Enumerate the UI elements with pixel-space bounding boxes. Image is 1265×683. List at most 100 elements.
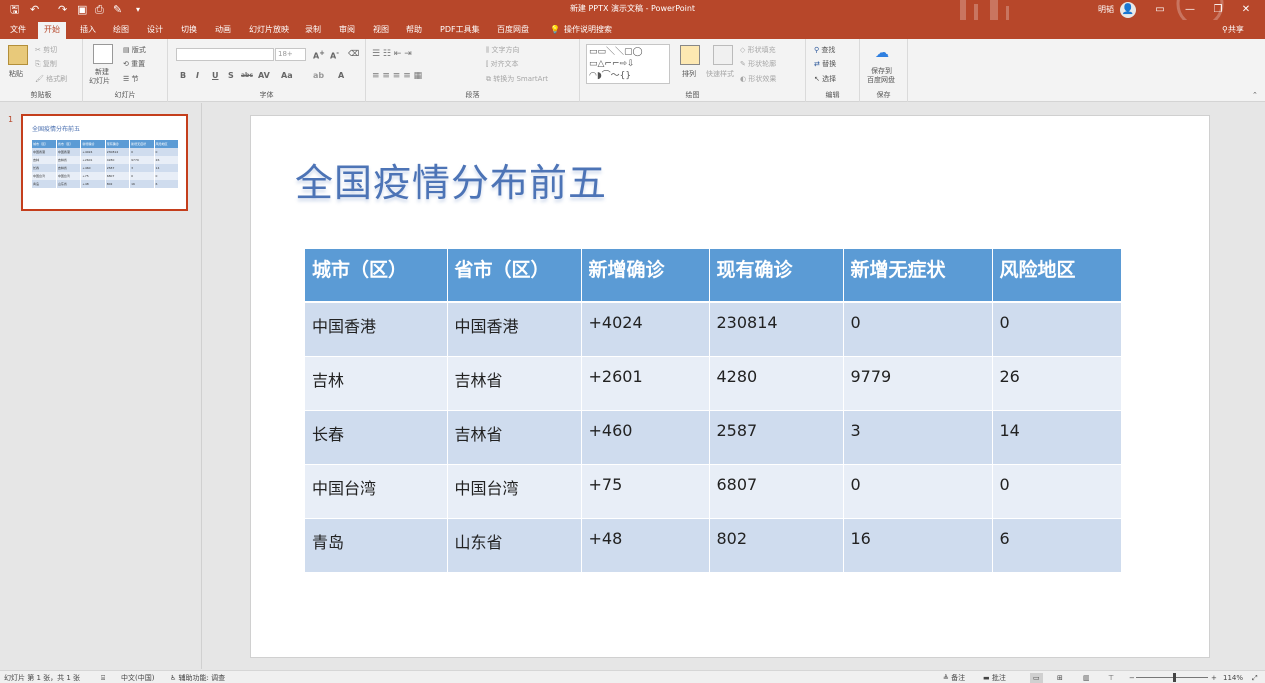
tab-draw[interactable]: 绘图 [113, 23, 129, 37]
paste-icon[interactable] [8, 45, 28, 65]
table-cell[interactable]: 802 [709, 518, 844, 573]
ribbon-display-icon[interactable]: ▭ [1150, 2, 1170, 18]
table-cell[interactable]: 中国台湾 [305, 464, 448, 519]
table-cell[interactable]: 4280 [709, 356, 844, 411]
new-slide-icon[interactable] [93, 44, 113, 64]
layout-button[interactable]: ▤ 版式 [123, 45, 146, 55]
baidu-label[interactable]: 百度网盘 [867, 75, 895, 85]
table-cell[interactable]: 吉林省 [447, 410, 582, 465]
table-cell[interactable]: 山东省 [447, 518, 582, 573]
shape-outline-button[interactable]: ✎ 形状轮廓 [740, 59, 776, 69]
cut-button[interactable]: ✂ 剪切 [35, 45, 57, 55]
table-cell[interactable]: 0 [843, 464, 993, 519]
table-cell[interactable]: 0 [992, 464, 1122, 519]
table-header-cell[interactable]: 现有确诊 [709, 249, 844, 303]
change-case-button[interactable]: Aa [281, 71, 293, 80]
table-cell[interactable]: 吉林 [305, 356, 448, 411]
table-cell[interactable]: 中国台湾 [447, 464, 582, 519]
tab-insert[interactable]: 插入 [80, 23, 96, 37]
shadow-button[interactable]: S [228, 71, 234, 80]
find-button[interactable]: ⚲ 查找 [814, 45, 835, 55]
table-cell[interactable]: 26 [992, 356, 1122, 411]
font-color-button[interactable]: A [338, 71, 344, 80]
font-size-combo[interactable]: 18+ [275, 48, 306, 61]
baidu-cloud-icon[interactable]: ☁ [875, 45, 889, 61]
table-cell[interactable]: 0 [992, 302, 1122, 357]
normal-view-icon[interactable]: ▭ [1030, 673, 1043, 683]
comments-button[interactable]: ▬ 批注 [983, 673, 1006, 683]
tab-review[interactable]: 审阅 [339, 23, 355, 37]
bullets-icon[interactable]: ☰ ☷ ⇤ ⇥ [372, 49, 412, 59]
slide-sorter-icon[interactable]: ⊞ [1057, 673, 1063, 683]
table-cell[interactable]: +75 [581, 464, 710, 519]
font-name-combo[interactable] [176, 48, 274, 61]
zoom-out-icon[interactable]: − [1129, 673, 1135, 683]
select-button[interactable]: ↖ 选择 [814, 74, 836, 84]
tab-home[interactable]: 开始 [38, 22, 66, 39]
slideshow-view-icon[interactable]: ⊤ [1108, 673, 1114, 683]
table-cell[interactable]: 9779 [843, 356, 993, 411]
table-cell[interactable]: +460 [581, 410, 710, 465]
tab-help[interactable]: 帮助 [406, 23, 422, 37]
table-header-cell[interactable]: 省市（区） [447, 249, 582, 303]
table-cell[interactable]: 中国香港 [305, 302, 448, 357]
clear-format-icon[interactable]: ⌫ [348, 49, 359, 58]
highlight-icon[interactable]: ab [313, 71, 324, 80]
italic-button[interactable]: I [196, 71, 199, 80]
table-header-cell[interactable]: 城市（区） [305, 249, 448, 303]
table-cell[interactable]: 14 [992, 410, 1122, 465]
tab-animations[interactable]: 动画 [215, 23, 231, 37]
table-header-cell[interactable]: 风险地区 [992, 249, 1122, 303]
table-cell[interactable]: +48 [581, 518, 710, 573]
language-status[interactable]: 中文(中国) [121, 673, 154, 683]
strikethrough-button[interactable]: abc [241, 72, 253, 79]
restore-icon[interactable]: ❐ [1208, 2, 1228, 18]
accessibility-status[interactable]: ♿ 辅助功能: 调查 [170, 673, 225, 683]
avatar[interactable]: 👤 [1120, 2, 1136, 18]
zoom-in-icon[interactable]: + [1211, 673, 1217, 683]
notes-button[interactable]: ≜ 备注 [943, 673, 965, 683]
table-cell[interactable]: 230814 [709, 302, 844, 357]
new-slide-dropdown[interactable]: 幻灯片 [89, 76, 110, 86]
slide-thumbnail[interactable]: 全国疫情分布前五 城市（区） 省市（区） 新增确诊 现有确诊 新增无症状 风险地区 中国香港… [21, 114, 188, 211]
bold-button[interactable]: B [180, 71, 186, 80]
reading-view-icon[interactable]: ▥ [1083, 673, 1090, 683]
table-cell[interactable]: 6807 [709, 464, 844, 519]
table-cell[interactable]: 长春 [305, 410, 448, 465]
quick-styles-icon[interactable] [713, 45, 733, 65]
table-header-cell[interactable]: 新增无症状 [843, 249, 993, 303]
share-button[interactable]: ⚲共享 [1222, 23, 1244, 37]
table-cell[interactable]: 16 [843, 518, 993, 573]
shapes-gallery[interactable]: ▭▭＼＼▢◯ ▭△⌐⌐⇨⇩ ◠◗⌒〜{} [586, 44, 670, 84]
shrink-font-icon[interactable]: A- [330, 49, 339, 61]
arrange-icon[interactable] [680, 45, 700, 65]
align-text-button[interactable]: ⫿ 对齐文本 [486, 59, 518, 69]
tab-baidu[interactable]: 百度网盘 [497, 23, 529, 37]
tab-file[interactable]: 文件 [10, 23, 26, 37]
shape-fill-button[interactable]: ◇ 形状填充 [740, 45, 776, 55]
format-painter-button[interactable]: 🖌 格式刷 [35, 74, 67, 84]
arrange-button[interactable]: 排列 [682, 69, 696, 79]
align-icons[interactable]: ≡ ≡ ≡ ≡ ▦ [372, 71, 422, 81]
text-direction-button[interactable]: ⫼ 文字方向 [486, 45, 519, 55]
tab-design[interactable]: 设计 [147, 23, 163, 37]
tab-slideshow[interactable]: 幻灯片放映 [249, 23, 289, 37]
grow-font-icon[interactable]: A+ [313, 49, 325, 61]
copy-button[interactable]: ⎘ 复制 [35, 59, 57, 69]
table-cell[interactable]: 青岛 [305, 518, 448, 573]
table-cell[interactable]: 6 [992, 518, 1122, 573]
quick-styles-button[interactable]: 快速样式 [706, 69, 734, 79]
fit-to-window-icon[interactable]: ⤢ [1252, 673, 1258, 683]
slide-title[interactable]: 全国疫情分布前五 [295, 152, 607, 207]
tab-transitions[interactable]: 切换 [181, 23, 197, 37]
collapse-ribbon-icon[interactable]: ⌃ [1252, 91, 1258, 99]
close-icon[interactable]: ✕ [1236, 2, 1256, 18]
paste-button[interactable]: 粘贴 [9, 69, 23, 79]
table-cell[interactable]: +2601 [581, 356, 710, 411]
minimize-icon[interactable]: — [1180, 2, 1200, 18]
underline-button[interactable]: U [212, 71, 219, 80]
smartart-button[interactable]: ⧉ 转换为 SmartArt [486, 74, 548, 84]
tab-pdf-tools[interactable]: PDF工具集 [440, 23, 480, 37]
user-name[interactable]: 明韬 [1098, 4, 1114, 15]
zoom-slider-track[interactable] [1136, 677, 1208, 678]
